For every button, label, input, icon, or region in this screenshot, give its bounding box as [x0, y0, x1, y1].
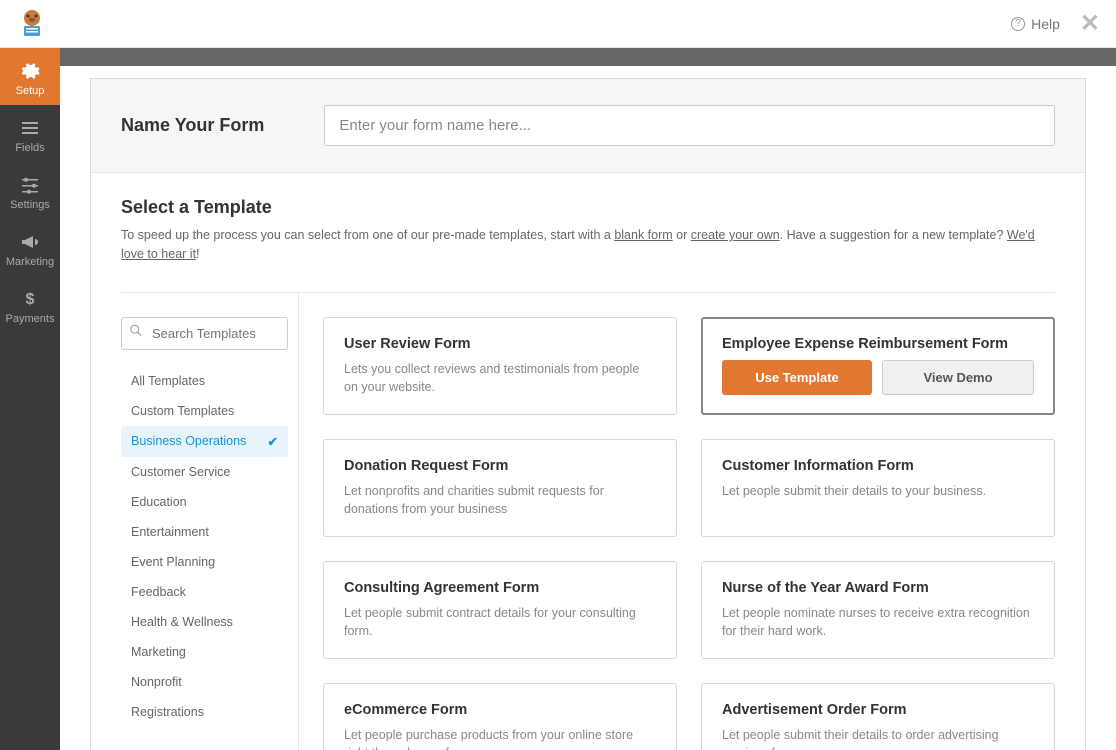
name-form-section: Name Your Form: [91, 79, 1085, 173]
template-title: Customer Information Form: [722, 458, 1034, 474]
help-icon: ?: [1011, 17, 1025, 31]
template-description: Let people nominate nurses to receive ex…: [722, 604, 1034, 640]
sliders-icon: [19, 174, 41, 196]
name-form-label: Name Your Form: [121, 115, 264, 136]
template-description: Let nonprofits and charities submit requ…: [344, 482, 656, 518]
use-template-button[interactable]: Use Template: [722, 360, 872, 395]
category-label: Marketing: [131, 645, 186, 659]
sidebar-item-marketing[interactable]: Marketing: [0, 219, 60, 276]
template-description: Let people submit contract details for y…: [344, 604, 656, 640]
category-item[interactable]: Marketing: [121, 637, 288, 667]
template-card[interactable]: Advertisement Order Form Let people submi…: [701, 683, 1055, 750]
category-label: Health & Wellness: [131, 615, 233, 629]
create-your-own-link[interactable]: create your own: [691, 228, 780, 242]
category-label: All Templates: [131, 374, 205, 388]
category-label: Nonprofit: [131, 675, 182, 689]
template-description: Let people purchase products from your o…: [344, 726, 656, 750]
sidebar-item-label: Fields: [15, 142, 44, 154]
list-icon: [19, 117, 41, 139]
category-item[interactable]: Education: [121, 487, 288, 517]
template-title: eCommerce Form: [344, 702, 656, 718]
category-item[interactable]: Feedback: [121, 577, 288, 607]
app-logo: [16, 8, 48, 40]
category-label: Feedback: [131, 585, 186, 599]
category-label: Custom Templates: [131, 404, 234, 418]
category-label: Entertainment: [131, 525, 209, 539]
sidebar: Setup Fields Settings Marketing $ Payments: [0, 48, 60, 750]
template-card[interactable]: Nurse of the Year Award Form Let people n…: [701, 561, 1055, 659]
dollar-icon: $: [19, 288, 41, 310]
form-name-input[interactable]: [324, 105, 1055, 146]
template-card[interactable]: eCommerce Form Let people purchase produc…: [323, 683, 677, 750]
select-template-subtext: To speed up the process you can select f…: [121, 226, 1055, 264]
main-panel: Name Your Form Select a Template To spee…: [90, 78, 1086, 750]
category-item[interactable]: Customer Service: [121, 457, 288, 487]
template-content-row: All Templates Custom Templates Business Op…: [91, 293, 1085, 750]
template-title: Employee Expense Reimbursement Form: [722, 336, 1034, 352]
template-title: Consulting Agreement Form: [344, 580, 656, 596]
svg-text:$: $: [26, 291, 35, 308]
template-card[interactable]: Donation Request Form Let nonprofits and …: [323, 439, 677, 537]
help-label: Help: [1031, 16, 1060, 32]
select-template-heading: Select a Template: [121, 197, 1055, 218]
category-item[interactable]: Registrations: [121, 697, 288, 727]
view-demo-button[interactable]: View Demo: [882, 360, 1034, 395]
template-title: Advertisement Order Form: [722, 702, 1034, 718]
sidebar-item-label: Setup: [16, 85, 45, 97]
category-item[interactable]: Nonprofit: [121, 667, 288, 697]
search-icon: [129, 324, 143, 343]
template-description: Lets you collect reviews and testimonial…: [344, 360, 656, 396]
template-title: User Review Form: [344, 336, 656, 352]
template-description: Let people submit their details to order…: [722, 726, 1034, 750]
sidebar-item-settings[interactable]: Settings: [0, 162, 60, 219]
category-item[interactable]: Entertainment: [121, 517, 288, 547]
category-item[interactable]: Event Planning: [121, 547, 288, 577]
topbar: ? Help ✕: [0, 0, 1116, 48]
search-wrap: [121, 317, 288, 350]
template-actions: Use Template View Demo: [722, 360, 1034, 395]
check-icon: ✔: [268, 434, 278, 449]
search-templates-input[interactable]: [121, 317, 288, 350]
template-description: Let people submit their details to your …: [722, 482, 1034, 500]
sidebar-item-fields[interactable]: Fields: [0, 105, 60, 162]
category-label: Customer Service: [131, 465, 230, 479]
category-item[interactable]: Business Operations ✔: [121, 426, 288, 457]
template-title: Nurse of the Year Award Form: [722, 580, 1034, 596]
template-card[interactable]: Employee Expense Reimbursement Form Use T…: [701, 317, 1055, 415]
sidebar-item-label: Settings: [10, 199, 50, 211]
blank-form-link[interactable]: blank form: [614, 228, 672, 242]
modal-backdrop-strip: [60, 48, 1116, 66]
category-column: All Templates Custom Templates Business Op…: [121, 293, 299, 750]
template-card[interactable]: Customer Information Form Let people subm…: [701, 439, 1055, 537]
category-label: Event Planning: [131, 555, 215, 569]
megaphone-icon: [19, 231, 41, 253]
template-intro-section: Select a Template To speed up the proces…: [91, 173, 1085, 272]
sidebar-item-label: Payments: [6, 313, 55, 325]
templates-grid: User Review Form Lets you collect reviews…: [299, 293, 1055, 750]
category-item[interactable]: Custom Templates: [121, 396, 288, 426]
close-button[interactable]: ✕: [1080, 9, 1100, 38]
sidebar-item-payments[interactable]: $ Payments: [0, 276, 60, 333]
category-item[interactable]: Health & Wellness: [121, 607, 288, 637]
category-item[interactable]: All Templates: [121, 366, 288, 396]
gear-icon: [19, 60, 41, 82]
template-card[interactable]: User Review Form Lets you collect reviews…: [323, 317, 677, 415]
category-label: Registrations: [131, 705, 204, 719]
template-title: Donation Request Form: [344, 458, 656, 474]
sidebar-item-label: Marketing: [6, 256, 54, 268]
help-link[interactable]: ? Help: [1011, 16, 1060, 32]
category-label: Business Operations: [131, 434, 246, 448]
template-card[interactable]: Consulting Agreement Form Let people subm…: [323, 561, 677, 659]
sidebar-item-setup[interactable]: Setup: [0, 48, 60, 105]
category-label: Education: [131, 495, 187, 509]
